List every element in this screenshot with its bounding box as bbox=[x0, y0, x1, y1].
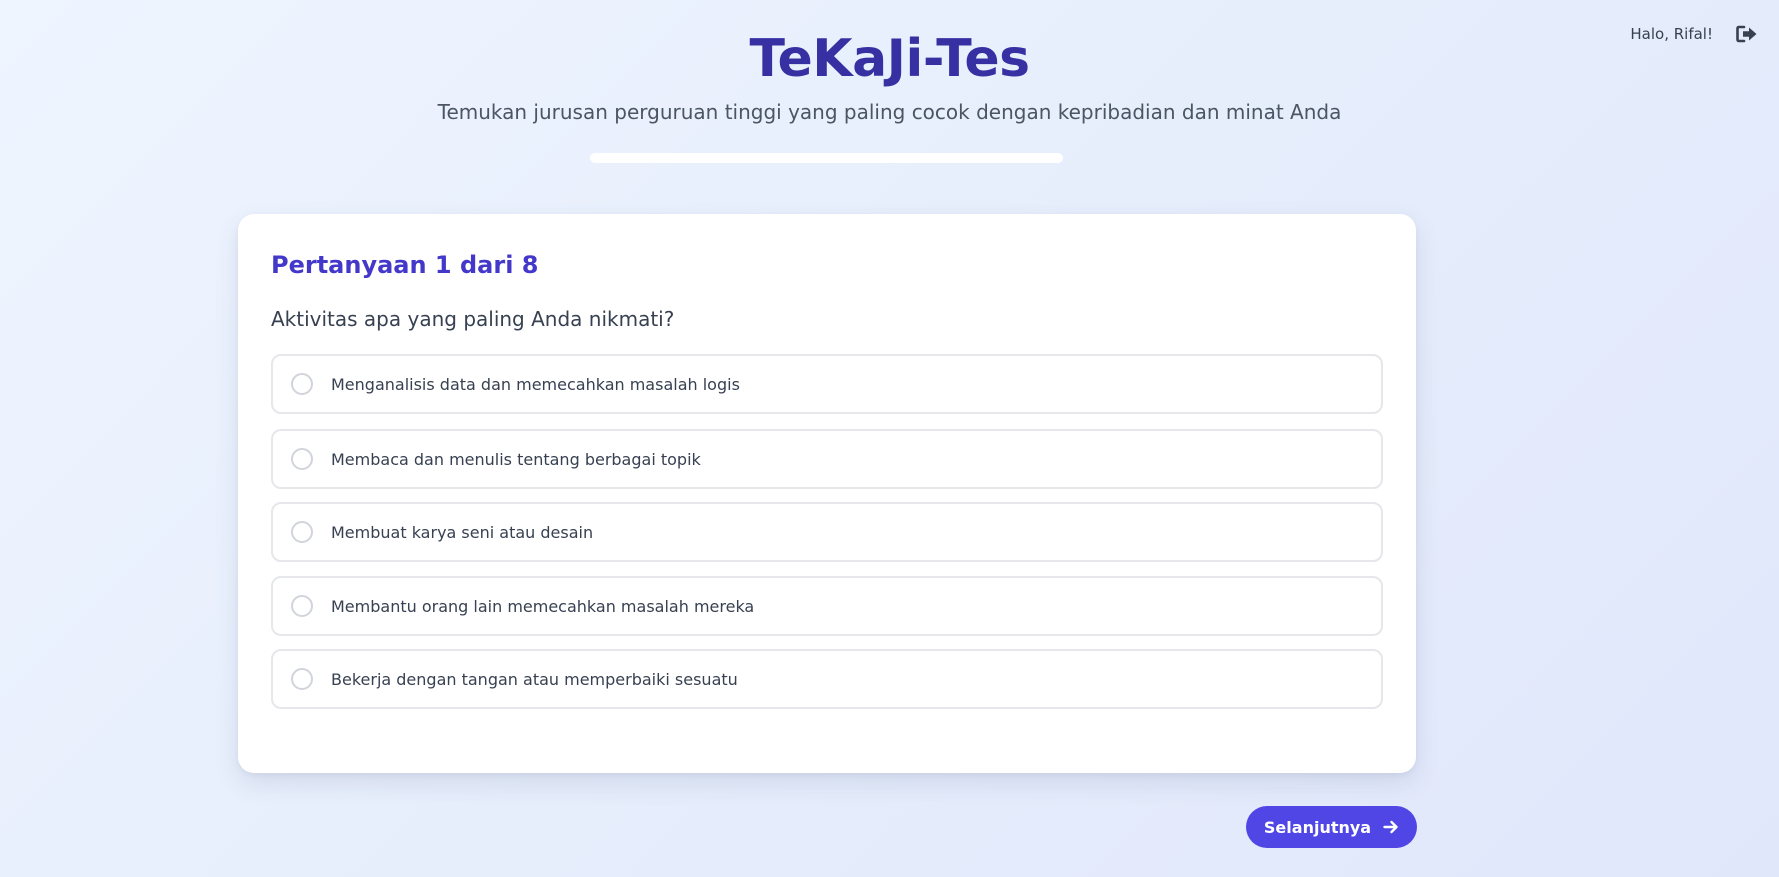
radio-button[interactable] bbox=[291, 373, 313, 395]
arrow-right-icon bbox=[1383, 820, 1399, 834]
answer-option[interactable]: Bekerja dengan tangan atau memperbaiki s… bbox=[271, 649, 1383, 709]
radio-button[interactable] bbox=[291, 668, 313, 690]
next-button[interactable]: Selanjutnya bbox=[1246, 806, 1417, 848]
app-title: TeKaJi-Tes bbox=[749, 29, 1030, 89]
answer-option-label: Bekerja dengan tangan atau memperbaiki s… bbox=[331, 669, 738, 689]
next-button-label: Selanjutnya bbox=[1263, 817, 1372, 837]
question-counter: Pertanyaan 1 dari 8 bbox=[271, 251, 539, 279]
radio-button[interactable] bbox=[291, 448, 313, 470]
page-subtitle: Temukan jurusan perguruan tinggi yang pa… bbox=[437, 100, 1342, 124]
answer-option-label: Menganalisis data dan memecahkan masalah… bbox=[331, 374, 740, 394]
radio-button[interactable] bbox=[291, 595, 313, 617]
answer-option-label: Membaca dan menulis tentang berbagai top… bbox=[331, 449, 701, 469]
question-text: Aktivitas apa yang paling Anda nikmati? bbox=[271, 307, 675, 331]
answer-option-label: Membantu orang lain memecahkan masalah m… bbox=[331, 596, 755, 616]
question-card: Pertanyaan 1 dari 8 Aktivitas apa yang p… bbox=[238, 214, 1416, 773]
answer-option[interactable]: Membaca dan menulis tentang berbagai top… bbox=[271, 429, 1383, 489]
answer-option-label: Membuat karya seni atau desain bbox=[331, 522, 594, 542]
answer-option[interactable]: Membuat karya seni atau desain bbox=[271, 502, 1383, 562]
radio-button[interactable] bbox=[291, 521, 313, 543]
page-header: TeKaJi-Tes Temukan jurusan perguruan tin… bbox=[0, 0, 1779, 125]
answer-options: Menganalisis data dan memecahkan masalah… bbox=[271, 354, 1383, 709]
answer-option[interactable]: Menganalisis data dan memecahkan masalah… bbox=[271, 354, 1383, 414]
answer-option[interactable]: Membantu orang lain memecahkan masalah m… bbox=[271, 576, 1383, 636]
progress-bar bbox=[590, 153, 1063, 163]
